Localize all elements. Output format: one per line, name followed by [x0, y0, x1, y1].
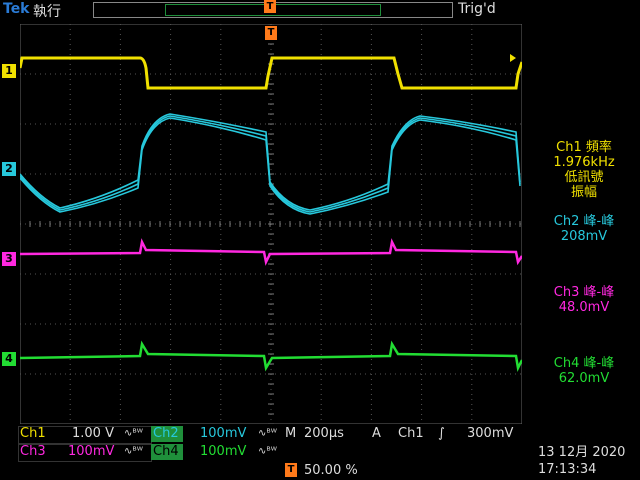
- ch1-measurement-value: 1.976kHz: [553, 155, 615, 170]
- ch3-ground-marker[interactable]: 3: [2, 252, 16, 266]
- ch3-label: Ch3: [20, 444, 46, 459]
- waveform-display: [20, 24, 522, 424]
- ch4-scale: 100mV: [200, 444, 247, 459]
- run-status: 執行: [33, 4, 61, 20]
- ch2-bw-tag: ∿ᴮᵂ: [258, 428, 277, 439]
- trigger-slope-icon: ∫: [438, 426, 445, 441]
- trigger-position-marker: T: [264, 0, 276, 13]
- ch4-measurement-label: Ch4 峰-峰: [553, 356, 615, 371]
- ch1-measurement-note: 低訊號: [564, 170, 604, 185]
- trigger-status: Trig'd: [458, 1, 496, 17]
- ch1-measurement-label: Ch1 頻率: [556, 140, 612, 155]
- ch4-bw-tag: ∿ᴮᵂ: [258, 446, 277, 457]
- ch2-measurement: Ch2 峰-峰 208mV: [528, 214, 640, 244]
- trigger-mode: A: [372, 426, 381, 441]
- ch1-measurement-note: 振幅: [570, 185, 597, 200]
- timebase-label: M: [285, 426, 297, 441]
- ch3-bw-tag: ∿ᴮᵂ: [124, 446, 143, 457]
- ch1-ground-marker[interactable]: 1: [2, 64, 16, 78]
- ch3-scale: 100mV: [68, 444, 115, 459]
- ch4-measurement-value: 62.0mV: [558, 371, 610, 386]
- trigger-position-icon: T: [285, 463, 297, 477]
- ch2-ground-marker[interactable]: 2: [2, 162, 16, 176]
- time: 17:13:34: [538, 462, 597, 477]
- ch1-label: Ch1: [20, 426, 46, 441]
- trigger-marker: T: [265, 26, 277, 40]
- brand-logo: Tek: [3, 1, 30, 17]
- ch4-measurement: Ch4 峰-峰 62.0mV: [528, 356, 640, 386]
- ch2-measurement-label: Ch2 峰-峰: [553, 214, 615, 229]
- timebase-value[interactable]: 200µs: [304, 425, 344, 442]
- ch2-measurement-value: 208mV: [560, 229, 608, 244]
- trigger-position-value[interactable]: 50.00 %: [304, 462, 358, 479]
- trigger-source[interactable]: Ch1: [398, 425, 424, 442]
- ch2-label: Ch2: [153, 426, 179, 441]
- ch2-scale: 100mV: [200, 426, 247, 441]
- ch3-measurement: Ch3 峰-峰 48.0mV: [528, 285, 640, 315]
- date: 13 12月 2020: [538, 445, 626, 460]
- ch1-scale: 1.00 V: [72, 426, 114, 441]
- ch4-label: Ch4: [153, 444, 179, 459]
- ch3-measurement-label: Ch3 峰-峰: [553, 285, 615, 300]
- ch3-measurement-value: 48.0mV: [558, 300, 610, 315]
- ch1-bw-tag: ∿ᴮᵂ: [124, 428, 143, 439]
- datetime: 13 12月 2020 17:13:34: [538, 444, 625, 478]
- ch1-measurement: Ch1 頻率 1.976kHz 低訊號 振幅: [528, 140, 640, 200]
- ch4-ground-marker[interactable]: 4: [2, 352, 16, 366]
- trigger-level-value[interactable]: 300mV: [467, 425, 513, 442]
